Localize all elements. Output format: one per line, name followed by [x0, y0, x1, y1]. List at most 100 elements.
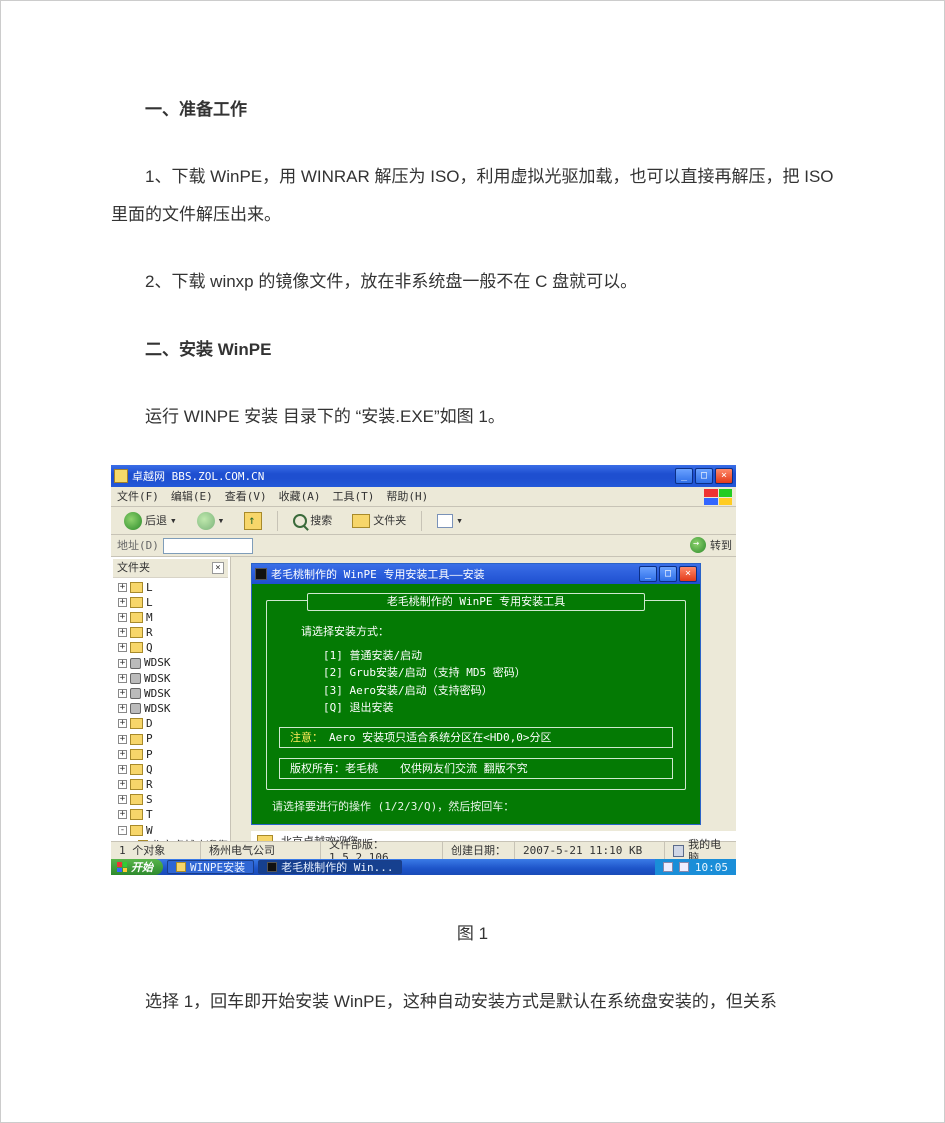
installer-box: 老毛桃制作的 WinPE 专用安装工具 请选择安装方式： [1] 普通安装/启动…	[266, 600, 686, 790]
address-input[interactable]	[163, 538, 253, 554]
collapse-icon[interactable]: -	[118, 826, 127, 835]
menu-favorites[interactable]: 收藏(A)	[279, 490, 321, 503]
forward-button[interactable]: ▾	[190, 509, 232, 533]
tree-item[interactable]: +WDSK	[115, 671, 228, 686]
installer-close-button[interactable]: ×	[679, 566, 697, 582]
search-button[interactable]: 搜索	[286, 511, 339, 531]
menu-help[interactable]: 帮助(H)	[386, 490, 428, 503]
tree-item[interactable]: +P	[115, 731, 228, 746]
start-button[interactable]: 开始	[111, 859, 163, 875]
expand-icon[interactable]: +	[118, 583, 127, 592]
views-icon	[437, 514, 453, 528]
tree-item[interactable]: +R	[115, 777, 228, 792]
tree-item-label: WDSK	[144, 702, 171, 715]
status-ext: 创建日期：	[443, 842, 515, 859]
back-icon	[124, 512, 142, 530]
expand-icon[interactable]: +	[118, 674, 127, 683]
minimize-button[interactable]: _	[675, 468, 693, 484]
explorer-menubar: 文件(F) 编辑(E) 查看(V) 收藏(A) 工具(T) 帮助(H)	[111, 487, 736, 507]
menu-edit[interactable]: 编辑(E)	[171, 490, 213, 503]
go-button[interactable]: 转到	[690, 537, 732, 553]
folders-button[interactable]: 文件夹	[345, 511, 413, 531]
installer-box-title: 老毛桃制作的 WinPE 专用安装工具	[307, 593, 645, 610]
installer-option-1[interactable]: [1] 普通安装/启动	[323, 647, 673, 665]
toolbar-divider	[421, 511, 422, 531]
taskbar-item-winpe[interactable]: WINPE安装	[167, 860, 254, 874]
menu-view[interactable]: 查看(V)	[225, 490, 267, 503]
expand-icon[interactable]: +	[118, 810, 127, 819]
tree-item[interactable]: +Q	[115, 762, 228, 777]
installer-option-3[interactable]: [3] Aero安装/启动（支持密码）	[323, 682, 673, 700]
go-label: 转到	[710, 539, 732, 552]
expand-icon[interactable]: +	[118, 719, 127, 728]
folder-icon	[130, 794, 143, 805]
tree-item-label: L	[146, 581, 153, 594]
tree-item-label: Q	[146, 763, 153, 776]
back-button[interactable]: 后退 ▾	[117, 509, 184, 533]
maximize-button[interactable]: □	[695, 468, 713, 484]
close-button[interactable]: ×	[715, 468, 733, 484]
tree-item-label: S	[146, 793, 153, 806]
tree-item[interactable]: -W	[115, 823, 228, 838]
console-icon	[255, 568, 267, 580]
installer-note: 注意： Aero 安装项只适合系统分区在<HD0,0>分区	[279, 727, 673, 748]
installer-minimize-button[interactable]: _	[639, 566, 657, 582]
tree-item-label: WDSK	[144, 687, 171, 700]
tree-item[interactable]: +S	[115, 792, 228, 807]
tree-item-label: D	[146, 717, 153, 730]
expand-icon[interactable]: +	[118, 598, 127, 607]
folder-icon	[130, 582, 143, 593]
folder-icon	[130, 642, 143, 653]
para-1: 1、下载 WinPE，用 WINRAR 解压为 ISO，利用虚拟光驱加载，也可以…	[111, 158, 834, 233]
toolbar-divider	[277, 511, 278, 531]
tree-item[interactable]: +M	[115, 610, 228, 625]
para-3: 运行 WINPE 安装 目录下的 “安装.EXE”如图 1。	[111, 398, 834, 435]
tree-item-label: Q	[146, 641, 153, 654]
sidebar-close-button[interactable]: ×	[212, 562, 224, 574]
menu-file[interactable]: 文件(F)	[117, 490, 159, 503]
tree-item[interactable]: +WDSK	[115, 655, 228, 670]
tree-item[interactable]: + WDSK	[115, 701, 228, 716]
expand-icon[interactable]: +	[118, 780, 127, 789]
folder-tree[interactable]: +L+L+M+R+Q+WDSK+WDSK+WDSK+WDSK+D+P+P+Q+R…	[113, 578, 228, 842]
window-title: 卓越网 BBS.ZOL.COM.CN	[132, 470, 264, 483]
tree-item[interactable]: +R	[115, 625, 228, 640]
expand-icon[interactable]: +	[118, 735, 127, 744]
heading-prep: 一、准备工作	[111, 91, 834, 128]
folder-icon	[130, 718, 143, 729]
tree-item[interactable]: +Q	[115, 640, 228, 655]
search-icon	[293, 514, 307, 528]
expand-icon[interactable]: +	[118, 628, 127, 637]
tree-item[interactable]: +L	[115, 595, 228, 610]
installer-title: 老毛桃制作的 WinPE 专用安装工具——安装	[271, 568, 485, 581]
taskbar-item-installer[interactable]: 老毛桃制作的 Win...	[258, 860, 402, 874]
tree-item[interactable]: + WDSK	[115, 686, 228, 701]
forward-icon	[197, 512, 215, 530]
tree-item-label: R	[146, 626, 153, 639]
expand-icon[interactable]: +	[118, 795, 127, 804]
tray-clock: 10:05	[695, 861, 728, 874]
expand-icon[interactable]: +	[118, 689, 127, 698]
folder-tree-sidebar: 文件夹 × +L+L+M+R+Q+WDSK+WDSK+WDSK+WDSK+D+P…	[111, 557, 231, 841]
up-button[interactable]	[237, 509, 269, 533]
views-button[interactable]: ▾	[430, 511, 470, 531]
expand-icon[interactable]: +	[118, 765, 127, 774]
expand-icon[interactable]: +	[118, 704, 127, 713]
expand-icon[interactable]: +	[118, 613, 127, 622]
status-version: 文件部版：1.5.2.106	[321, 842, 443, 859]
tree-item[interactable]: +P	[115, 747, 228, 762]
installer-maximize-button[interactable]: □	[659, 566, 677, 582]
sidebar-title: 文件夹	[117, 561, 150, 574]
expand-icon[interactable]: +	[118, 750, 127, 759]
menu-tools[interactable]: 工具(T)	[333, 490, 375, 503]
tree-item[interactable]: +D	[115, 716, 228, 731]
expand-icon[interactable]: +	[118, 659, 127, 668]
tree-item[interactable]: +L	[115, 580, 228, 595]
heading-install: 二、安装 WinPE	[111, 331, 834, 368]
expand-icon[interactable]: +	[118, 643, 127, 652]
tree-item[interactable]: +T	[115, 807, 228, 822]
system-tray[interactable]: 10:05	[655, 859, 736, 875]
installer-option-2[interactable]: [2] Grub安装/启动（支持 MD5 密码）	[323, 664, 673, 682]
file-listing[interactable]: 北京卓越欢迎您	[251, 831, 736, 841]
installer-option-q[interactable]: [Q] 退出安装	[323, 699, 673, 717]
